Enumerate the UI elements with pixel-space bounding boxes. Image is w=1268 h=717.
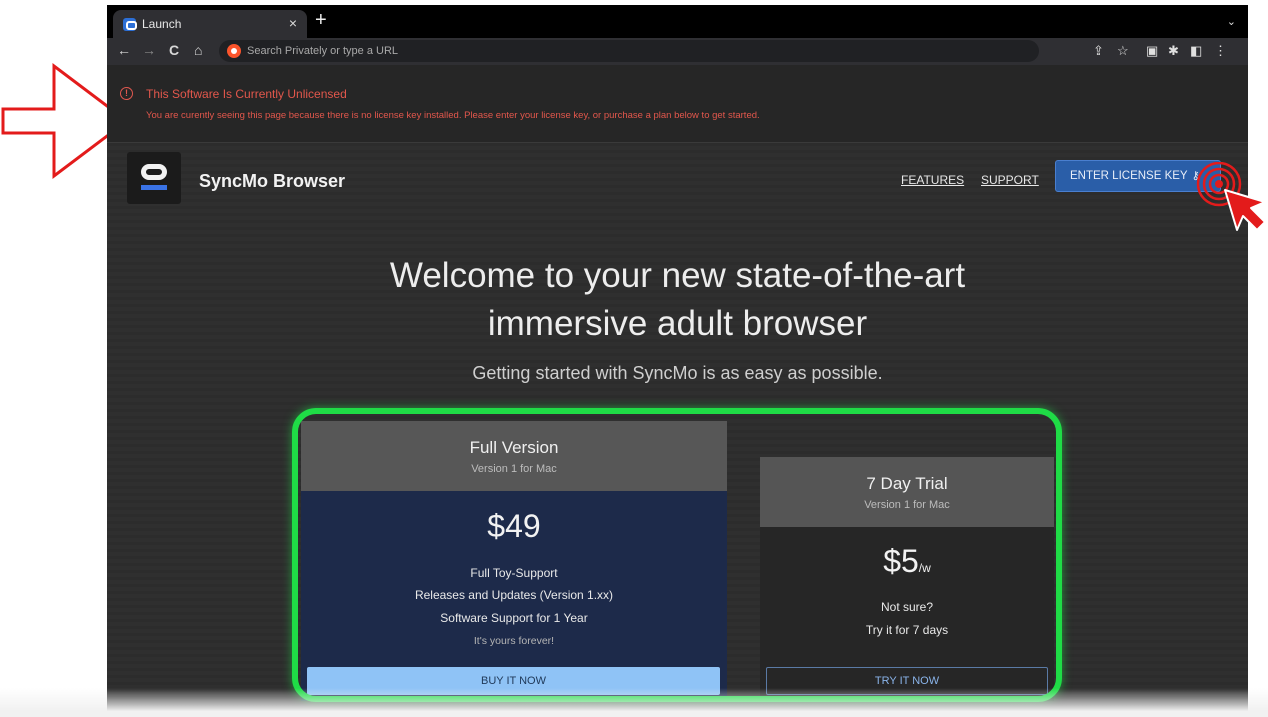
address-placeholder: Search Privately or type a URL [247,45,399,57]
click-target-cursor-icon [1196,162,1266,231]
logo-ring-icon [141,164,167,180]
back-icon[interactable]: ← [117,42,131,58]
browser-toolbar: ← → C ⌂ Search Privately or type a URL ⇪… [107,38,1248,65]
bookmark-icon[interactable]: ☆ [1117,43,1129,59]
hero-subtitle: Getting started with SyncMo is as easy a… [472,363,883,383]
forward-icon[interactable]: → [142,42,156,58]
logo-bar-icon [141,185,167,190]
warning-icon: ! [120,87,133,100]
new-tab-icon[interactable]: + [315,9,327,32]
brave-shield-icon[interactable] [227,44,241,58]
nav-features[interactable]: FEATURES [901,173,964,187]
reload-icon[interactable]: C [169,42,179,58]
license-button-label: ENTER LICENSE KEY [1070,170,1188,182]
unlicensed-banner: ! This Software Is Currently Unlicensed … [107,65,1248,143]
app-favicon-icon [123,18,137,31]
sidebar-icon[interactable]: ◧ [1190,43,1202,59]
tab-strip: Launch × + ⌄ [107,5,1248,38]
hero-title-line2: immersive adult browser [487,304,868,343]
wallet-icon[interactable]: ▣ [1146,43,1158,59]
logo[interactable] [127,152,181,204]
page-content: SyncMo Browser FEATURES SUPPORT ENTER LI… [107,143,1248,717]
nav-support[interactable]: SUPPORT [981,173,1039,187]
hero-title-line1: Welcome to your new state-of-the-art [389,256,966,295]
share-icon[interactable]: ⇪ [1093,43,1104,59]
address-bar[interactable]: Search Privately or type a URL [219,40,1039,62]
extensions-icon[interactable]: ✱ [1168,43,1179,59]
browser-window: Launch × + ⌄ ← → C ⌂ Search Privately or… [107,5,1248,717]
home-icon[interactable]: ⌂ [194,42,202,58]
banner-title: This Software Is Currently Unlicensed [146,87,347,101]
tab-launch[interactable]: Launch × [113,10,307,38]
tab-search-chevron-icon[interactable]: ⌄ [1227,15,1236,28]
plans-highlight-annotation [292,408,1062,702]
bottom-fade [0,688,1268,717]
brand-name[interactable]: SyncMo Browser [199,171,345,192]
browser-menu-icon[interactable]: ⋮ [1214,43,1227,59]
tab-title: Launch [142,17,182,31]
hero-title: Welcome to your new state-of-the-art imm… [107,252,1248,348]
screenshot-stage: Launch × + ⌄ ← → C ⌂ Search Privately or… [0,0,1268,717]
tab-close-icon[interactable]: × [289,15,297,31]
banner-message: You are curently seeing this page becaus… [146,110,760,121]
